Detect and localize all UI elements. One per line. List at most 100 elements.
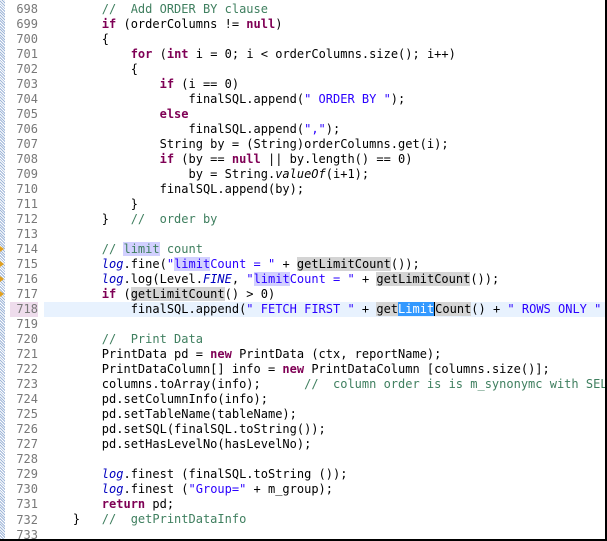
- line-number: 719: [16, 317, 38, 332]
- code-line[interactable]: pd.setColumnInfo(info);: [44, 392, 605, 407]
- code-token: PrintData (ctx, reportName);: [231, 346, 442, 361]
- code-token: finalSQL.append(by);: [44, 181, 305, 196]
- code-token: .finest (: [123, 482, 189, 496]
- line-number: 717: [16, 287, 38, 302]
- code-line[interactable]: for (int i = 0; i < orderColumns.size();…: [44, 47, 605, 62]
- code-token: new: [282, 361, 305, 376]
- code-line[interactable]: PrintData pd = new PrintData (ctx, repor…: [44, 347, 605, 362]
- code-line[interactable]: if (by == null || by.length() == 0): [44, 152, 605, 167]
- code-token: PrintDataColumn[] info =: [44, 361, 283, 376]
- code-token: finalSQL.append(: [44, 121, 305, 136]
- code-token: count: [159, 241, 203, 256]
- code-line[interactable]: pd.setSQL(finalSQL.toString());: [44, 422, 605, 437]
- code-line[interactable]: pd.setHasLevelNo(hasLevelNo);: [44, 437, 605, 452]
- code-token: " ROWS ONLY ": [507, 301, 602, 316]
- code-line[interactable]: pd.setTableName(tableName);: [44, 407, 605, 422]
- code-token: log: [101, 466, 124, 481]
- code-line[interactable]: String by = (String)orderColumns.get(i);: [44, 137, 605, 152]
- code-token: (i+1);: [325, 166, 370, 181]
- code-token: valueOf: [275, 166, 326, 181]
- code-line[interactable]: finalSQL.append(",");: [44, 122, 605, 137]
- code-token: +: [354, 271, 377, 286]
- code-line[interactable]: } // order by: [44, 212, 605, 227]
- code-token: getLimitCount: [130, 286, 225, 301]
- code-token: ",": [304, 121, 326, 136]
- code-line[interactable]: [44, 452, 605, 467]
- code-area[interactable]: // Add ORDER BY clause if (orderColumns …: [44, 2, 605, 540]
- code-token: if: [159, 76, 175, 91]
- code-token: }: [44, 211, 131, 226]
- code-token: log: [101, 271, 124, 286]
- code-token: pd.setColumnInfo(info);: [44, 391, 268, 406]
- line-number: 703: [16, 76, 38, 91]
- line-number: 726: [16, 422, 38, 437]
- code-token: if: [101, 16, 117, 31]
- code-line[interactable]: by = String.valueOf(i+1);: [44, 167, 605, 182]
- code-line[interactable]: {: [44, 62, 605, 77]
- code-line[interactable]: PrintDataColumn[] info = new PrintDataCo…: [44, 362, 605, 377]
- code-token: PrintData pd =: [44, 346, 211, 361]
- code-token: );: [601, 302, 605, 316]
- code-token: i = 0; i < orderColumns.size(); i++): [188, 46, 456, 61]
- occurrence-marker-icon[interactable]: [0, 245, 4, 253]
- code-line[interactable]: return pd;: [44, 497, 605, 512]
- code-token: " ORDER BY ": [304, 91, 391, 106]
- code-token: by = String.: [44, 166, 276, 181]
- line-number: 713: [16, 226, 38, 241]
- code-token: String by = (String)orderColumns.get(i);: [44, 136, 449, 151]
- code-line[interactable]: log.fine("limitCount = " + getLimitCount…: [44, 256, 605, 272]
- line-number: 708: [16, 151, 38, 166]
- code-line[interactable]: if (orderColumns != null): [44, 17, 605, 32]
- code-line[interactable]: log.finest ("Group=" + m_group);: [44, 482, 605, 497]
- line-number: 729: [16, 467, 38, 482]
- code-line[interactable]: if (i == 0): [44, 77, 605, 92]
- code-token: ": [246, 271, 254, 286]
- code-line[interactable]: finalSQL.append(by);: [44, 182, 605, 197]
- code-token: }: [44, 196, 138, 211]
- line-number-gutter: 698 699 700 701 702 703 704 705 706 707 708 709 710 7…: [5, 0, 42, 539]
- line-number: 724: [16, 392, 38, 407]
- code-token: () +: [471, 301, 508, 316]
- code-token: limit: [123, 241, 160, 256]
- code-line[interactable]: [44, 227, 605, 242]
- code-token: null: [246, 16, 276, 31]
- line-number: 727: [16, 437, 38, 452]
- code-token: pd.setTableName(tableName);: [44, 406, 297, 421]
- code-line[interactable]: // Print Data: [44, 332, 605, 347]
- code-line[interactable]: log.finest (finalSQL.toString ());: [44, 467, 605, 482]
- line-number: 698: [16, 1, 38, 16]
- code-token: (orderColumns !=: [116, 16, 247, 31]
- code-line[interactable]: }: [44, 197, 605, 212]
- occurrence-marker-icon[interactable]: [0, 261, 4, 268]
- code-line[interactable]: } // getPrintDataInfo: [44, 512, 605, 527]
- code-line[interactable]: columns.toArray(info); // column order i…: [44, 377, 605, 392]
- code-token: pd.setHasLevelNo(hasLevelNo);: [44, 436, 312, 451]
- line-number: 722: [16, 362, 38, 377]
- line-number: 718: [10, 302, 38, 318]
- code-token: // getPrintDataInfo: [101, 512, 247, 527]
- code-line[interactable]: finalSQL.append(" ORDER BY ");: [44, 92, 605, 107]
- code-line[interactable]: if (getLimitCount() > 0): [44, 286, 605, 302]
- code-token: ());: [390, 256, 420, 271]
- code-editor[interactable]: 698 699 700 701 702 703 704 705 706 707 708 709 710 7…: [0, 0, 607, 541]
- code-token: Limit: [398, 301, 435, 316]
- code-line[interactable]: finalSQL.append(" FETCH FIRST " + getLim…: [44, 301, 605, 317]
- code-line[interactable]: [44, 527, 605, 539]
- code-line[interactable]: // Add ORDER BY clause: [44, 2, 605, 17]
- occurrence-marker-icon[interactable]: [0, 291, 4, 298]
- code-line[interactable]: else: [44, 107, 605, 122]
- code-line[interactable]: {: [44, 32, 605, 47]
- code-token: ": [166, 256, 175, 271]
- code-token: log: [101, 482, 124, 496]
- occurrence-marker-icon[interactable]: [0, 276, 4, 283]
- code-line[interactable]: log.log(Level.FINE, "limitCount = " + ge…: [44, 271, 605, 287]
- code-token: (: [152, 46, 167, 61]
- code-line[interactable]: [44, 317, 605, 332]
- code-token: limit: [253, 271, 290, 286]
- line-number: 723: [16, 377, 38, 392]
- code-line[interactable]: // limit count: [44, 241, 605, 257]
